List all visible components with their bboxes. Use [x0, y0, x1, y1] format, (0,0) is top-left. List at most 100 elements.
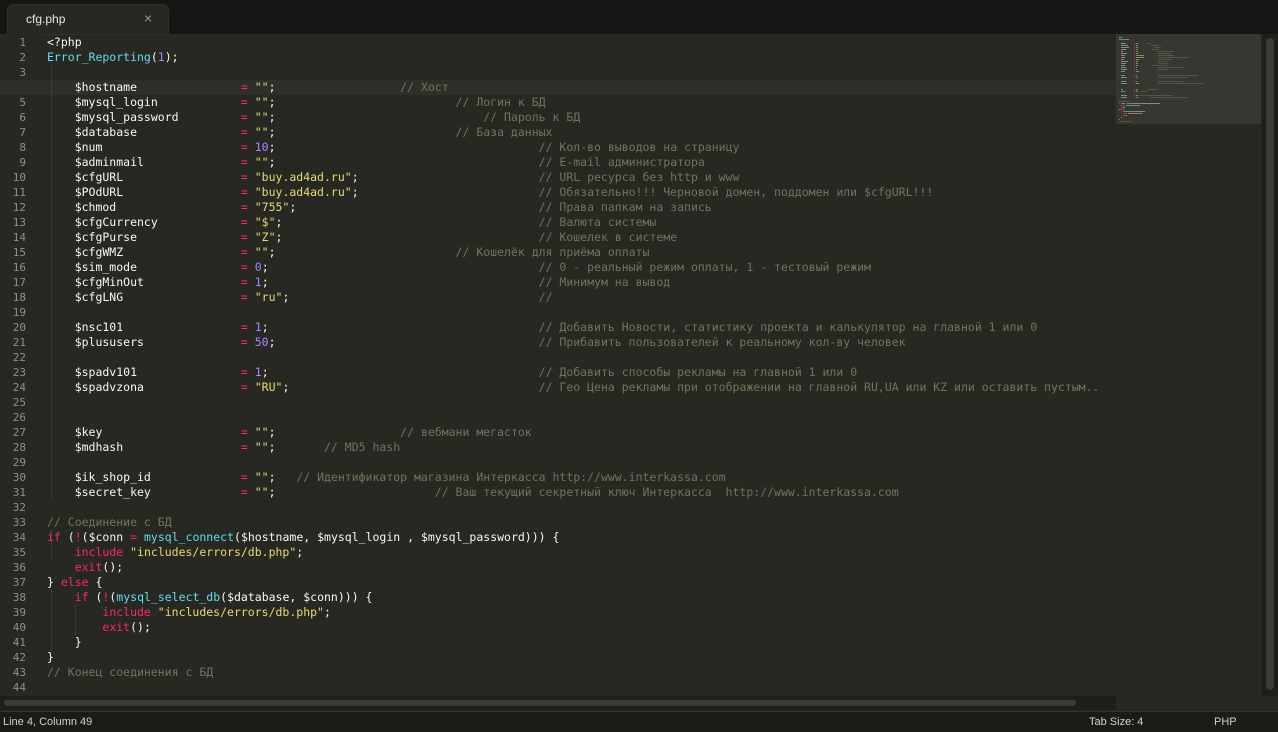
- code-token: // Ваш текущий секретный ключ Интеркасса…: [434, 485, 899, 499]
- code-line[interactable]: }: [47, 650, 54, 665]
- code-token: =: [240, 215, 248, 229]
- code-token: // Логин к БД: [455, 95, 546, 109]
- code-token: );: [164, 50, 179, 64]
- code-token: ;: [282, 380, 539, 394]
- minimap-token: [1121, 77, 1127, 78]
- minimap-token: [1136, 67, 1138, 68]
- syntax-indicator[interactable]: PHP: [1214, 716, 1237, 728]
- minimap-token: [1122, 109, 1124, 110]
- minimap-token: [1143, 55, 1145, 56]
- code-line[interactable]: Error_Reporting(1);: [47, 50, 179, 65]
- code-line[interactable]: $hostname = ""; // Хост: [47, 80, 449, 95]
- code-line[interactable]: $cfgLNG = "ru"; //: [47, 290, 553, 305]
- code-line[interactable]: $mdhash = ""; // MD5 hash: [47, 440, 400, 455]
- code-token: ;: [268, 440, 324, 454]
- code-token: // Кол-во выводов на страницу: [538, 140, 740, 154]
- minimap-token: [1121, 43, 1127, 44]
- code-line[interactable]: $nsc101 = 1; // Добавить Новости, статис…: [47, 320, 1037, 335]
- code-line[interactable]: $spadv101 = 1; // Добавить способы рекла…: [47, 365, 857, 380]
- code-token: =: [240, 290, 248, 304]
- code-token: // E-mail администратора: [538, 155, 705, 169]
- code-line[interactable]: if (!($conn = mysql_connect($hostname, $…: [47, 530, 559, 545]
- indent-guide: [51, 65, 52, 500]
- tab-title: cfg.php: [26, 12, 66, 26]
- code-token: =: [240, 155, 248, 169]
- code-token: ;: [351, 185, 539, 199]
- code-token: else: [60, 575, 89, 589]
- cursor-position[interactable]: Line 4, Column 49: [3, 716, 92, 728]
- indent-guide: [75, 605, 76, 635]
- minimap-token: [1121, 117, 1123, 118]
- minimap-token: [1121, 47, 1130, 48]
- code-line[interactable]: // Конец соединения с БД: [47, 665, 213, 680]
- code-token: "includes/errors/db.php": [130, 545, 297, 559]
- minimap-token: [1138, 105, 1140, 106]
- code-token: =: [240, 170, 248, 184]
- code-line[interactable]: $database = ""; // База данных: [47, 125, 553, 140]
- code-line[interactable]: include "includes/errors/db.php";: [47, 545, 304, 560]
- code-line[interactable]: exit();: [47, 620, 150, 635]
- code-line[interactable]: $spadvzona = "RU"; // Гео Цена рекламы п…: [47, 380, 1100, 395]
- code-token: "755": [254, 200, 290, 214]
- code-line[interactable]: $adminmail = ""; // E-mail администратор…: [47, 155, 705, 170]
- code-token: "": [254, 245, 269, 259]
- code-token: // Права папкам на запись: [538, 200, 712, 214]
- horizontal-scrollbar[interactable]: [0, 696, 1116, 710]
- code-line[interactable]: exit();: [47, 560, 123, 575]
- code-line[interactable]: if (!(mysql_select_db($database, $conn))…: [47, 590, 373, 605]
- code-token: // 0 - реальный режим оплаты, 1 - тестов…: [538, 260, 871, 274]
- code-line[interactable]: $chmod = "755"; // Права папкам на запис…: [47, 200, 712, 215]
- vertical-scrollbar-thumb[interactable]: [1266, 38, 1274, 690]
- code-line[interactable]: $cfgWMZ = ""; // Кошелёк для приёма опла…: [47, 245, 650, 260]
- minimap-token: [1123, 107, 1126, 108]
- code-token: // Идентификатор магазина Интеркасса htt…: [296, 470, 726, 484]
- code-line[interactable]: $ik_shop_id = ""; // Идентификатор магаз…: [47, 470, 726, 485]
- code-token: ;: [289, 200, 539, 214]
- code-line[interactable]: $cfgCurrency = "$"; // Валюта системы: [47, 215, 657, 230]
- code-token: // Соединение с БД: [47, 515, 172, 529]
- code-line[interactable]: } else {: [47, 575, 102, 590]
- code-line[interactable]: }: [47, 635, 82, 650]
- code-token: ;: [268, 140, 539, 154]
- code-token: <?php: [47, 35, 82, 49]
- close-icon[interactable]: ×: [144, 10, 152, 26]
- minimap-token: [1136, 75, 1138, 76]
- code-token: $cfgPurse: [47, 230, 241, 244]
- minimap-token: [1136, 53, 1138, 54]
- code-line[interactable]: $cfgPurse = "Z"; // Кошелек в системе: [47, 230, 677, 245]
- code-line[interactable]: $cfgURL = "buy.ad4ad.ru"; // URL ресурса…: [47, 170, 740, 185]
- code-line[interactable]: $POdURL = "buy.ad4ad.ru"; // Обязательно…: [47, 185, 934, 200]
- code-line[interactable]: $secret_key = ""; // Ваш текущий секретн…: [47, 485, 899, 500]
- tab-cfg-php[interactable]: cfg.php ×: [8, 5, 168, 34]
- code-line[interactable]: $mysql_login = ""; // Логин к БД: [47, 95, 546, 110]
- code-line[interactable]: $cfgMinOut = 1; // Минимум на вывод: [47, 275, 671, 290]
- tab-size-indicator[interactable]: Tab Size: 4: [1089, 716, 1143, 728]
- minimap-token: [1121, 55, 1126, 56]
- code-line[interactable]: $num = 10; // Кол-во выводов на страницу: [47, 140, 740, 155]
- code-token: =: [240, 260, 248, 274]
- vertical-scrollbar[interactable]: [1262, 34, 1278, 696]
- code-line[interactable]: <?php: [47, 35, 82, 50]
- code-line[interactable]: $sim_mode = 0; // 0 - реальный режим опл…: [47, 260, 871, 275]
- code-token: (: [60, 530, 75, 544]
- code-token: "": [254, 80, 269, 94]
- code-line[interactable]: $plususers = 50; // Прибавить пользовате…: [47, 335, 906, 350]
- horizontal-scrollbar-thumb[interactable]: [4, 700, 1076, 706]
- code-token: $POdURL: [47, 185, 241, 199]
- code-editor[interactable]: <?php Error_Reporting(1); $hostname = "";…: [0, 34, 1116, 696]
- minimap-token: [1158, 57, 1190, 58]
- code-line[interactable]: include "includes/errors/db.php";: [47, 605, 331, 620]
- minimap-token: [1158, 69, 1169, 70]
- minimap-token: [1137, 83, 1139, 84]
- code-token: $database: [47, 125, 241, 139]
- code-line[interactable]: // Соединение с БД: [47, 515, 172, 530]
- code-token: ;: [268, 110, 484, 124]
- minimap-token: [1119, 101, 1129, 102]
- minimap[interactable]: [1116, 34, 1261, 696]
- code-line[interactable]: $key = ""; // вебмани мегасток: [47, 425, 532, 440]
- code-line[interactable]: $mysql_password = ""; // Пароль к БД: [47, 110, 581, 125]
- minimap-token: [1147, 43, 1151, 44]
